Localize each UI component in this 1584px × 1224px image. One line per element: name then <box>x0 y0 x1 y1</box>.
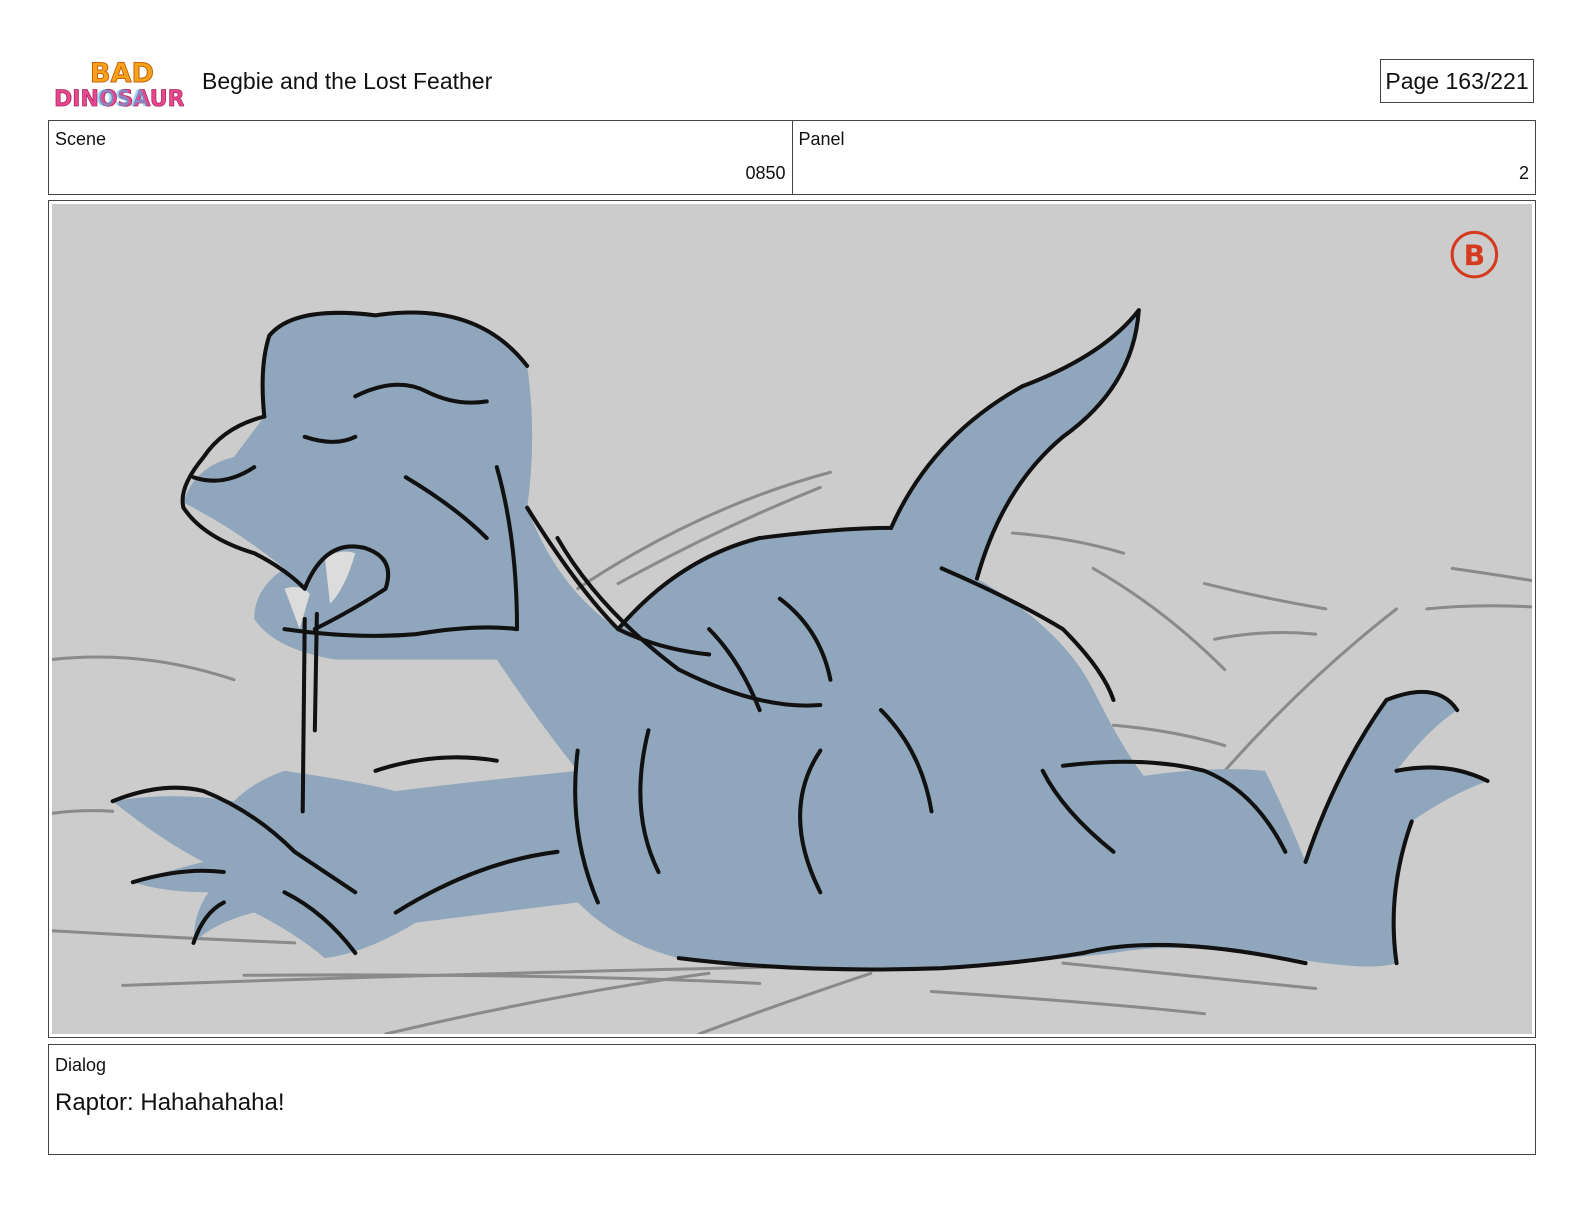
scene-panel-info: Scene 0850 Panel 2 <box>48 120 1536 195</box>
page-label: Page 163/221 <box>1385 67 1529 94</box>
dialog-box: Dialog Raptor: Hahahahaha! <box>48 1044 1536 1155</box>
scene-label: Scene <box>55 129 107 149</box>
dialog-label: Dialog <box>55 1055 107 1075</box>
panel-label: Panel <box>798 129 845 149</box>
page-indicator: Page 163/221 <box>1380 59 1534 103</box>
panel-cell: Panel 2 <box>791 121 1536 194</box>
raptor-sketch-image: B <box>52 204 1532 1034</box>
storyboard-panel: B <box>48 200 1536 1038</box>
dialog-text: Raptor: Hahahahaha! <box>55 1089 285 1116</box>
panel-value: 2 <box>1518 163 1529 183</box>
svg-text:BAD: BAD <box>90 58 154 89</box>
scene-cell: Scene 0850 <box>49 121 792 194</box>
document-title: Begbie and the Lost Feather <box>202 68 493 94</box>
bad-dinosaurs-logo: BAD DINOSAURS OSA <box>54 58 184 113</box>
scene-value: 0850 <box>745 163 786 183</box>
svg-text:B: B <box>1464 240 1486 273</box>
svg-text:OSA: OSA <box>96 87 148 112</box>
